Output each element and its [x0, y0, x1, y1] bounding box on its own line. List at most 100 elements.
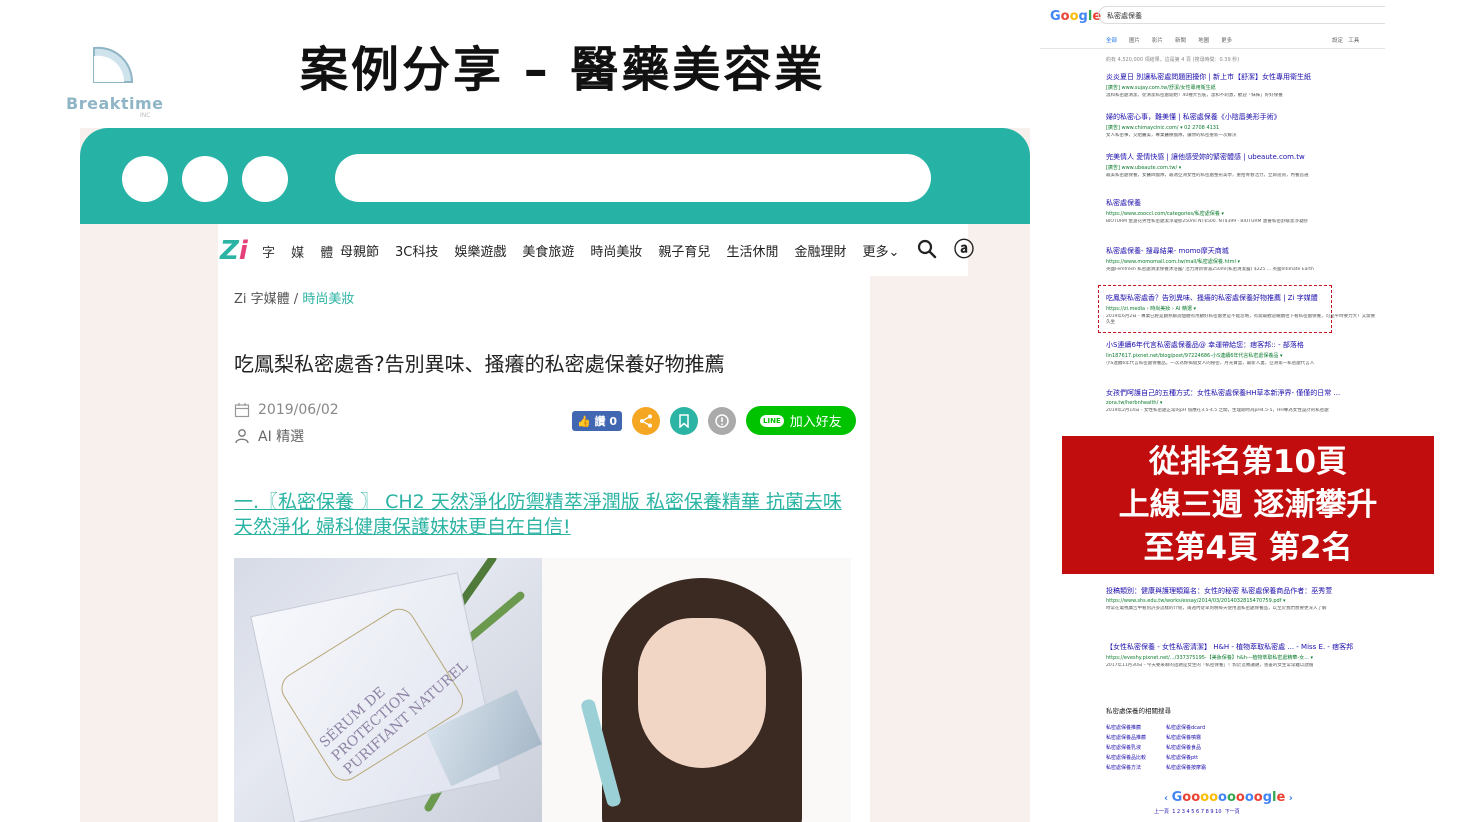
nav-item-food-travel[interactable]: 美食旅遊	[522, 241, 574, 260]
related-search-link[interactable]: 私密處保養乳液	[1106, 744, 1166, 751]
breadcrumb-category[interactable]: 時尚美妝	[302, 292, 354, 307]
related-search-link[interactable]: 私密處保養dcard	[1166, 724, 1246, 731]
breaktime-logo-mark	[93, 46, 134, 83]
search-result-title[interactable]: 投稿類別：健康與護理類篇名：女性的秘密 私密處保養商品作者：巫秀萱	[1106, 586, 1376, 596]
nav-item-parenting[interactable]: 親子育兒	[658, 241, 710, 260]
callout-line-2: 上線三週 逐漸攀升	[1118, 487, 1378, 523]
chevron-left-icon[interactable]: ‹	[1164, 793, 1172, 804]
search-result-url: https://www.shs.edu.tw/works/essay/2014/…	[1106, 598, 1286, 604]
search-result-title[interactable]: 【女性私密保養 - 女性私密清潔】 H&H - 植物萃取私密處 ... - Mi…	[1106, 642, 1376, 652]
search-result-url: https://www.zooccl.com/categories/私密處保養 …	[1106, 211, 1224, 217]
search-result-title[interactable]: 女孩們呵護自己的五種方式：女性私密處保養HH草本新淨界- 僅僅的日常 ...	[1106, 388, 1376, 398]
google-pager-numbers: 上一頁 1 2 3 4 5 6 7 8 9 10 下一頁	[1154, 808, 1240, 815]
search-result-title[interactable]: 婦的私密心事，難美懂 | 私密處保養《小陰唇美形手術》	[1106, 112, 1376, 122]
related-search-link[interactable]: 私密處保養按摩霜	[1166, 764, 1246, 771]
search-result-highlighted: 吃鳳梨私密處香？告別異味、搔癢的私密處保養好物推薦 | Zi 字媒體 https…	[1106, 293, 1376, 326]
breaktime-logo-sub: INC	[140, 112, 151, 119]
report-icon[interactable]	[708, 406, 737, 435]
search-result-url: https://eveshy.pixnet.net/.../337375195-…	[1106, 655, 1314, 661]
google-logo: Google	[1050, 9, 1102, 24]
page-numbers[interactable]: 1 2 3 4 5 6 7 8 9 10	[1172, 809, 1221, 815]
article-date: 2019/06/02	[234, 402, 339, 418]
related-search-link[interactable]: 私密處保養噴霧	[1166, 734, 1246, 741]
nav-item-fashion-beauty[interactable]: 時尚美妝	[590, 241, 642, 260]
search-result-title[interactable]: 私密處保養	[1106, 198, 1376, 208]
zi-logo[interactable]: Zi	[220, 236, 248, 266]
model-photo	[542, 558, 851, 822]
article-author: AI 精選	[234, 426, 304, 446]
breadcrumb: Zi 字媒體 / 時尚美妝	[234, 288, 354, 307]
google-tabs: 全部 圖片 影片 新聞 地圖 更多	[1106, 36, 1232, 44]
related-search-link[interactable]: 私密處保養ptt	[1166, 754, 1246, 761]
google-tab-all[interactable]: 全部	[1106, 36, 1117, 44]
nav-item-lifestyle[interactable]: 生活休閒	[726, 241, 778, 260]
browser-mockup: Zi 字 媒 體 母親節 3C科技 娛樂遊戲 美食旅遊 時尚美妝 親子育兒 生活…	[80, 128, 1030, 822]
search-result-url: [廣告] www.sujay.com.tw/舒潔/女性專用衛生紙	[1106, 85, 1216, 91]
share-icon[interactable]	[632, 406, 661, 435]
bookmark-icon[interactable]	[670, 406, 699, 435]
window-dot-2	[182, 156, 228, 202]
related-search-link[interactable]: 私密處保養推薦	[1106, 724, 1166, 731]
user-account-icon[interactable]: ⓐ	[954, 238, 976, 260]
google-result-stats: 約有 4,520,000 項結果，這是第 4 頁 (搜尋時間：0.39 秒)	[1106, 57, 1240, 63]
google-settings[interactable]: 設定	[1332, 38, 1343, 44]
search-icon[interactable]	[916, 238, 938, 260]
search-result: 婦的私密心事，難美懂 | 私密處保養《小陰唇美形手術》 [廣告] www.chi…	[1106, 112, 1376, 145]
nav-item-entertainment[interactable]: 娛樂遊戲	[454, 241, 506, 260]
google-search-input[interactable]: 私密處保養	[1098, 6, 1385, 24]
search-result: 私密處保養- 搜尋結果- momo摩天商城 https://www.momoma…	[1106, 246, 1376, 279]
article-card: Zi 字媒體 / 時尚美妝 吃鳳梨私密處香?告別異味、搔癢的私密處保養好物推薦 …	[218, 276, 870, 822]
google-tab-images[interactable]: 圖片	[1129, 36, 1140, 44]
nav-item-finance[interactable]: 金融理財	[794, 241, 846, 260]
address-bar[interactable]	[335, 154, 931, 202]
line-add-friend-button[interactable]: LINE 加入好友	[746, 406, 856, 435]
search-result-snippet: BIOTURM 金盞花男性私密處潔淨凝膠250ml NT$500. NT$399…	[1106, 219, 1308, 224]
search-result: 【女性私密保養 - 女性私密清潔】 H&H - 植物萃取私密處 ... - Mi…	[1106, 642, 1376, 675]
breaktime-logo: Breaktime INC	[62, 42, 163, 122]
related-search-link[interactable]: 私密處保養食品	[1166, 744, 1246, 751]
article-subheading-link[interactable]: 一.〖私密保養 〗 CH2 天然淨化防禦精萃淨潤版 私密保養精華 抗菌去味天然淨…	[234, 490, 854, 540]
product-box: SÉRUM DE PROTECTION PURIFIANT NATUREL	[250, 572, 502, 822]
search-result-title[interactable]: 吃鳳梨私密處香？告別異味、搔癢的私密處保養好物推薦 | Zi 字媒體	[1106, 293, 1376, 303]
ranking-callout: 從排名第10頁 上線三週 逐漸攀升 至第4頁 第2名	[1062, 436, 1434, 574]
prev-page-link[interactable]: 上一頁	[1154, 809, 1169, 815]
nav-item-3c-tech[interactable]: 3C科技	[395, 241, 438, 260]
product-photo: SÉRUM DE PROTECTION PURIFIANT NATUREL	[234, 558, 542, 822]
article-date-text: 2019/06/02	[258, 402, 339, 418]
next-page-link[interactable]: 下一頁	[1225, 809, 1240, 815]
search-result-url: https://zi.media › 時尚美妝 › AI 精選 ▾	[1106, 306, 1197, 312]
search-result-title[interactable]: 完美情人 愛情快感 | 讓他感受妳的緊密體感 | ubeaute.com.tw	[1106, 152, 1376, 162]
breadcrumb-separator: /	[293, 292, 299, 307]
line-icon: LINE	[760, 414, 784, 427]
related-search-link[interactable]: 私密處保養品比較	[1106, 754, 1166, 761]
article-author-text[interactable]: AI 精選	[258, 426, 304, 446]
chevron-down-icon: ⌄	[888, 245, 900, 260]
nav-item-mothers-day[interactable]: 母親節	[340, 241, 379, 260]
related-searches: 私密處保養推薦 私密處保養dcard 私密處保養品推薦 私密處保養噴霧 私密處保…	[1106, 724, 1246, 771]
google-tools: 設定 工具	[1332, 36, 1359, 44]
related-search-link[interactable]: 私密處保養品推薦	[1106, 734, 1166, 741]
google-tools-button[interactable]: 工具	[1348, 38, 1359, 44]
google-tab-news[interactable]: 新聞	[1175, 36, 1186, 44]
google-tab-maps[interactable]: 地圖	[1198, 36, 1209, 44]
facebook-like-button[interactable]: 👍 讚 0	[572, 410, 623, 431]
related-searches-title: 私密處保養的相關搜尋	[1106, 707, 1171, 715]
google-tab-videos[interactable]: 影片	[1152, 36, 1163, 44]
search-result-snippet: 2017年11月30日 - 今天要來聊的話題是女生的「私密保養」！對於這類議題，…	[1106, 663, 1314, 668]
search-result-title[interactable]: 小S連續6年代言私密處保養品@ 幸運帶給您：痞客邦:: - 部落格	[1106, 340, 1376, 350]
calendar-icon	[234, 403, 250, 418]
nav-item-more[interactable]: 更多⌄	[862, 241, 899, 260]
search-result-snippet: 2019年6月2日 - 專業已經是翻熟解說個體有用顧好私密處更是不能忽略，有需最…	[1106, 314, 1376, 325]
search-result-url: [廣告] www.ubeaute.com.tw/ ▾	[1106, 165, 1182, 171]
search-result-url: zora.tw/herbnhealth/ ▾	[1106, 400, 1163, 406]
related-search-link[interactable]: 私密處保養方法	[1106, 764, 1166, 771]
chevron-right-icon[interactable]: ›	[1285, 793, 1293, 804]
search-result-title[interactable]: 私密處保養- 搜尋結果- momo摩天商城	[1106, 246, 1376, 256]
breadcrumb-site[interactable]: Zi 字媒體	[234, 292, 290, 307]
model-face	[638, 618, 766, 768]
article-title: 吃鳳梨私密處香?告別異味、搔癢的私密處保養好物推薦	[234, 352, 725, 376]
slide-title: 案例分享 – 醫藥美容業	[300, 42, 826, 98]
google-tab-more[interactable]: 更多	[1221, 36, 1232, 44]
search-result-title[interactable]: 炎炎夏日 別讓私密處問題困擾你 | 新上市【舒潔】女性專用衛生紙	[1106, 72, 1376, 82]
browser-title-bar	[80, 128, 1030, 224]
